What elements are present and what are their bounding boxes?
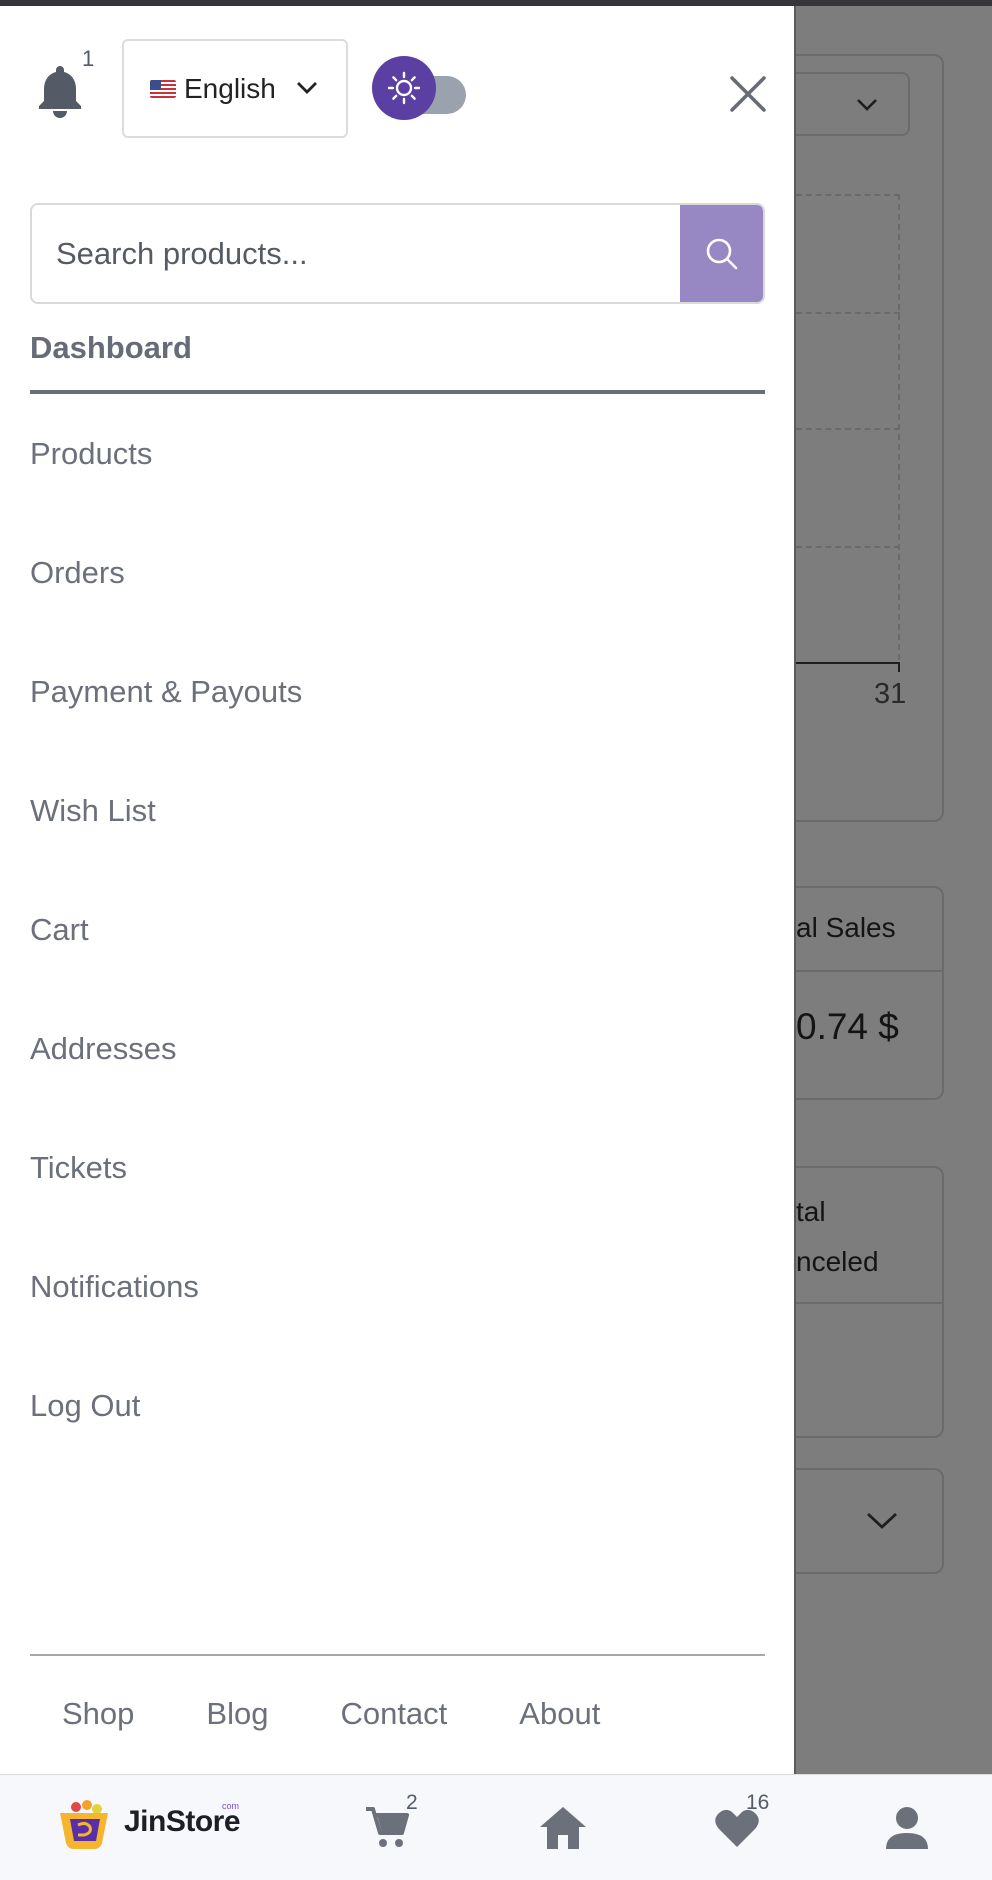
nav-item-cart[interactable]: Cart [30, 870, 765, 989]
search-bar [30, 203, 765, 304]
bg-select [776, 72, 910, 136]
search-button[interactable] [680, 205, 763, 302]
x-axis-tick [898, 662, 900, 672]
nav-item-log-out[interactable]: Log Out [30, 1346, 765, 1465]
grid-line [898, 194, 900, 660]
home-icon [540, 1807, 586, 1849]
sun-icon [372, 56, 436, 120]
grid-line [796, 312, 900, 314]
footer-link-blog[interactable]: Blog [206, 1696, 268, 1732]
grid-line [796, 546, 900, 548]
chevron-down-icon [867, 1512, 897, 1529]
canceled-label-2: nceled [796, 1246, 879, 1277]
profile-button[interactable] [884, 1805, 930, 1856]
nav-item-tickets[interactable]: Tickets [30, 1108, 765, 1227]
footer-divider [30, 1654, 765, 1656]
nav-item-payment-payouts[interactable]: Payment & Payouts [30, 632, 765, 751]
canceled-label-1: tal [796, 1196, 826, 1227]
footer-links: Shop Blog Contact About [62, 1696, 672, 1732]
total-sales-value: 0.74 $ [796, 1006, 899, 1047]
x-axis [796, 662, 900, 664]
notification-bell-icon[interactable] [36, 62, 84, 118]
home-button[interactable] [538, 1805, 588, 1856]
cart-count: 2 [406, 1791, 418, 1814]
user-icon [886, 1807, 928, 1849]
drawer-nav: Dashboard Products Orders Payment & Payo… [30, 322, 765, 1465]
search-input[interactable] [32, 205, 682, 302]
chevron-down-icon [857, 99, 877, 111]
notification-count: 1 [82, 46, 95, 71]
footer-link-contact[interactable]: Contact [340, 1696, 447, 1732]
language-label: English [184, 72, 276, 104]
language-select[interactable]: English [122, 39, 348, 138]
nav-item-orders[interactable]: Orders [30, 513, 765, 632]
drawer-header: 1 English [0, 6, 796, 176]
footer-link-about[interactable]: About [519, 1696, 600, 1732]
nav-item-dashboard[interactable]: Dashboard [30, 322, 765, 394]
total-sales-label: al Sales [796, 912, 896, 943]
search-icon [706, 238, 737, 269]
chevron-down-icon [297, 82, 317, 94]
footer-link-shop[interactable]: Shop [62, 1696, 134, 1732]
grid-line [796, 194, 900, 196]
close-icon[interactable] [726, 72, 770, 116]
cart-icon [366, 1807, 409, 1847]
us-flag-icon [150, 79, 176, 98]
theme-toggle[interactable] [372, 56, 468, 120]
x-tick-label: 31 [874, 678, 907, 710]
logo-icon [60, 1800, 108, 1849]
navigation-drawer: 1 English Search products... Dashboard P… [0, 6, 796, 1774]
wishlist-count: 16 [746, 1791, 770, 1814]
nav-item-addresses[interactable]: Addresses [30, 989, 765, 1108]
brand-suffix: com [222, 1801, 240, 1811]
nav-item-wish-list[interactable]: Wish List [30, 751, 765, 870]
bottom-nav: JinStore com 2 16 [0, 1774, 992, 1880]
cart-button[interactable] [364, 1805, 410, 1856]
nav-item-products[interactable]: Products [30, 394, 765, 513]
grid-line [796, 428, 900, 430]
nav-item-notifications[interactable]: Notifications [30, 1227, 765, 1346]
